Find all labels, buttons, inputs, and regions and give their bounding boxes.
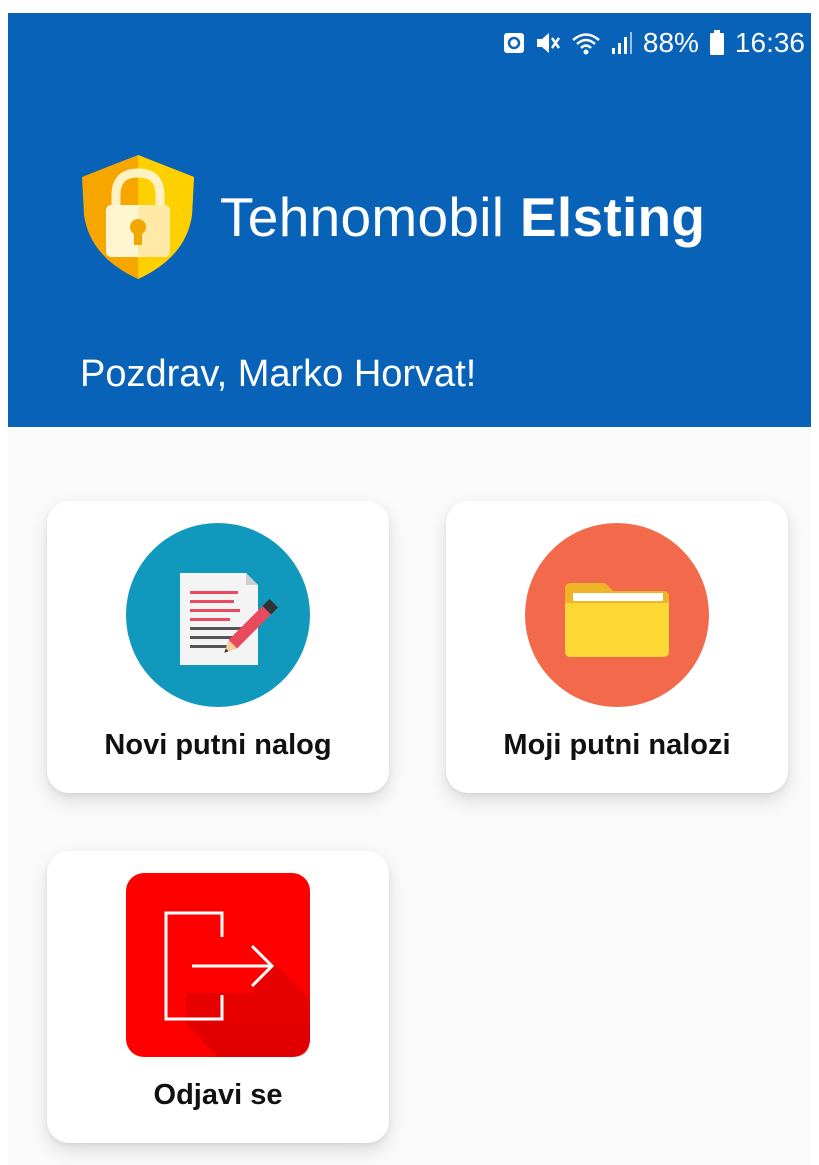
my-travel-orders-button[interactable]: Moji putni nalozi xyxy=(446,501,788,793)
clock: 16:36 xyxy=(734,27,805,58)
signal-icon xyxy=(611,31,633,55)
logout-label: Odjavi se xyxy=(153,1079,283,1111)
nfc-icon xyxy=(503,32,525,54)
brand-name-bold: Elsting xyxy=(519,186,706,248)
greeting-text: Pozdrav, Marko Horvat! xyxy=(80,353,477,395)
battery-percent: 88% xyxy=(642,27,699,58)
logout-icon xyxy=(126,873,310,1057)
brand-name: Tehnomobil Elsting xyxy=(220,185,705,249)
status-bar: 88% 16:36 xyxy=(503,21,805,65)
new-travel-order-button[interactable]: Novi putni nalog xyxy=(47,501,389,793)
app-header: 88% 16:36 Tehnomobil Elsting Pozdrav, Ma… xyxy=(8,13,811,427)
mute-icon xyxy=(535,31,561,55)
wifi-icon xyxy=(571,31,601,55)
new-travel-order-label: Novi putni nalog xyxy=(104,729,332,761)
battery-icon xyxy=(709,30,725,56)
my-travel-orders-label: Moji putni nalozi xyxy=(503,729,731,761)
brand-logo: Tehnomobil Elsting xyxy=(74,151,705,283)
shield-lock-icon xyxy=(82,155,194,279)
logout-button[interactable]: Odjavi se xyxy=(47,851,389,1143)
document-edit-icon xyxy=(126,523,310,707)
app-screen: 88% 16:36 Tehnomobil Elsting Pozdrav, Ma… xyxy=(8,13,811,1165)
folder-icon xyxy=(525,523,709,707)
brand-name-light: Tehnomobil xyxy=(220,186,505,248)
